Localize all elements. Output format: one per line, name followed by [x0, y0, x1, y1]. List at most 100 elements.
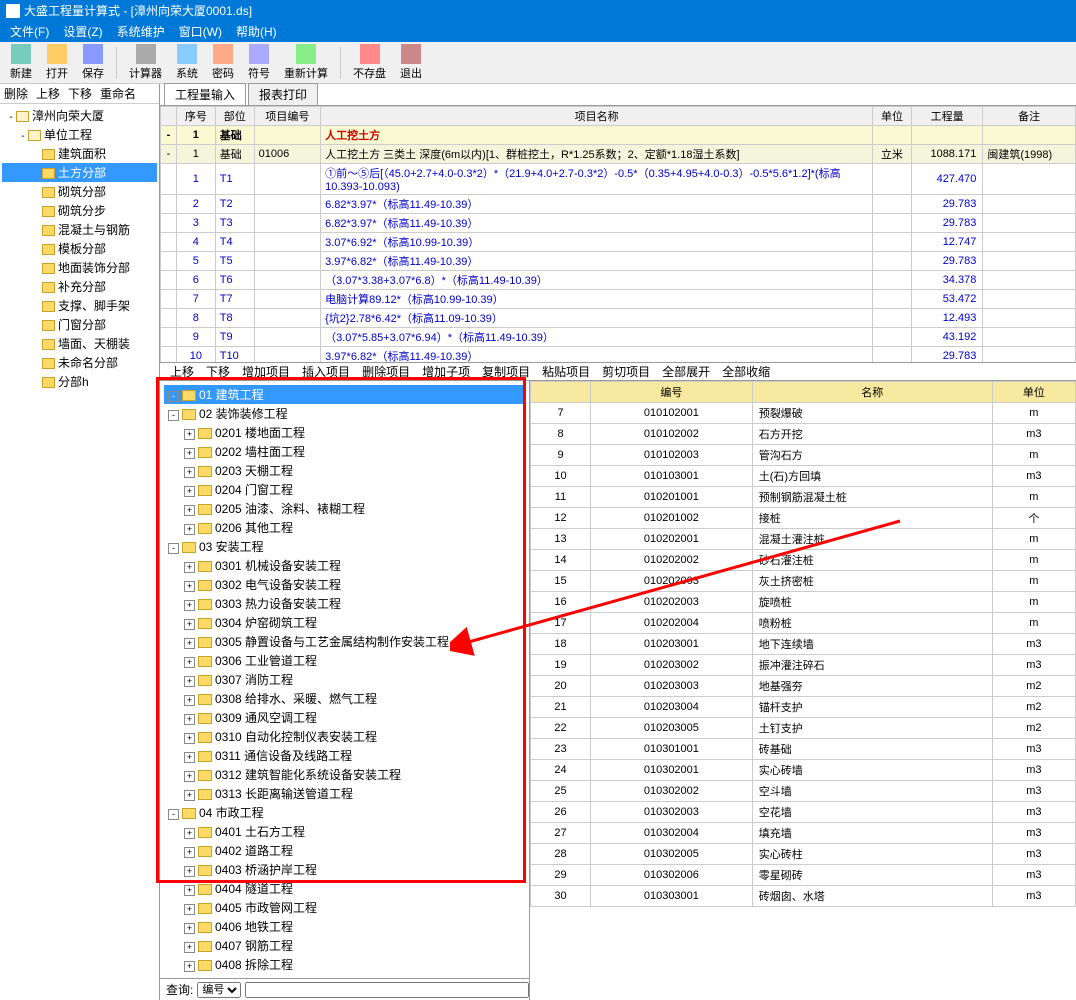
- catalog-node[interactable]: +0401 土石方工程: [164, 822, 525, 841]
- items-row[interactable]: 17010202004喷粉桩m: [531, 613, 1076, 634]
- expand-icon[interactable]: -: [6, 112, 16, 123]
- tree-action[interactable]: 上移: [36, 85, 60, 102]
- expand-icon[interactable]: +: [184, 771, 195, 782]
- catalog-node[interactable]: +0402 道路工程: [164, 841, 525, 860]
- item-action[interactable]: 增加子项: [422, 363, 470, 380]
- expand-icon[interactable]: +: [184, 676, 195, 687]
- grid-row[interactable]: 2 T2 6.82*3.97*（标高11.49-10.39） 29.783: [161, 195, 1076, 214]
- grid-row[interactable]: 1 T1 ①前～⑤后[（45.0+2.7+4.0-0.3*2）*（21.9+4.…: [161, 164, 1076, 195]
- item-action[interactable]: 粘贴项目: [542, 363, 590, 380]
- toolbar-计算器-button[interactable]: 计算器: [123, 42, 168, 83]
- expand-icon[interactable]: +: [184, 752, 195, 763]
- items-row[interactable]: 24010302001实心砖墙m3: [531, 760, 1076, 781]
- expand-icon[interactable]: +: [184, 581, 195, 592]
- items-row[interactable]: 18010203001地下连续墙m3: [531, 634, 1076, 655]
- tree-node[interactable]: 支撑、脚手架: [2, 296, 157, 315]
- catalog-node[interactable]: +0407 钢筋工程: [164, 936, 525, 955]
- item-action[interactable]: 剪切项目: [602, 363, 650, 380]
- catalog-node[interactable]: +0308 给排水、采暖、燃气工程: [164, 689, 525, 708]
- tab-报表打印[interactable]: 报表打印: [248, 83, 318, 105]
- catalog-node[interactable]: +0301 机械设备安装工程: [164, 556, 525, 575]
- expand-icon[interactable]: +: [184, 505, 195, 516]
- expand-icon[interactable]: -: [168, 543, 179, 554]
- tree-node[interactable]: 补充分部: [2, 277, 157, 296]
- item-action[interactable]: 上移: [170, 363, 194, 380]
- tree-node[interactable]: 混凝土与钢筋: [2, 220, 157, 239]
- items-row[interactable]: 29010302006零星砌砖m3: [531, 865, 1076, 886]
- tree-action[interactable]: 下移: [68, 85, 92, 102]
- tree-node[interactable]: 砌筑分步: [2, 201, 157, 220]
- expand-icon[interactable]: +: [184, 619, 195, 630]
- grid-row[interactable]: 10 T10 3.97*6.82*（标高11.49-10.39） 29.783: [161, 347, 1076, 364]
- expand-icon[interactable]: -: [18, 131, 28, 142]
- catalog-node[interactable]: +0403 桥涵护岸工程: [164, 860, 525, 879]
- grid-row[interactable]: 7 T7 电脑计算89.12*（标高10.99-10.39） 53.472: [161, 290, 1076, 309]
- toolbar-重新计算-button[interactable]: 重新计算: [278, 42, 334, 83]
- catalog-node[interactable]: +0408 拆除工程: [164, 955, 525, 974]
- expand-icon[interactable]: -: [168, 410, 179, 421]
- expand-icon[interactable]: +: [184, 790, 195, 801]
- tree-node[interactable]: 门窗分部: [2, 315, 157, 334]
- items-panel[interactable]: 编号名称单位7010102001预裂爆破m8010102002石方开挖m3901…: [530, 381, 1076, 1000]
- grid-row[interactable]: - 1 基础 01006 人工挖土方 三类土 深度(6m以内)[1、群桩挖土，R…: [161, 145, 1076, 164]
- tree-action[interactable]: 重命名: [100, 85, 136, 102]
- catalog-node[interactable]: +0303 热力设备安装工程: [164, 594, 525, 613]
- items-row[interactable]: 23010301001砖基础m3: [531, 739, 1076, 760]
- items-row[interactable]: 11010201001预制钢筋混凝土桩m: [531, 487, 1076, 508]
- expand-icon[interactable]: -: [168, 391, 179, 402]
- catalog-node[interactable]: +0302 电气设备安装工程: [164, 575, 525, 594]
- tree-node[interactable]: -单位工程: [2, 125, 157, 144]
- catalog-node[interactable]: -01 建筑工程: [164, 385, 525, 404]
- expand-icon[interactable]: +: [184, 657, 195, 668]
- catalog-node[interactable]: +0305 静置设备与工艺金属结构制作安装工程: [164, 632, 525, 651]
- toolbar-不存盘-button[interactable]: 不存盘: [347, 42, 392, 83]
- items-row[interactable]: 25010302002空斗墙m3: [531, 781, 1076, 802]
- expand-icon[interactable]: +: [184, 961, 195, 972]
- expand-icon[interactable]: +: [184, 695, 195, 706]
- project-tree[interactable]: -漳州向荣大厦-单位工程建筑面积土方分部砌筑分部砌筑分步混凝土与钢筋模板分部地面…: [0, 104, 159, 1000]
- tree-node[interactable]: 地面装饰分部: [2, 258, 157, 277]
- items-row[interactable]: 21010203004锚杆支护m2: [531, 697, 1076, 718]
- menu-item[interactable]: 系统维护: [117, 22, 165, 42]
- expand-icon[interactable]: +: [184, 866, 195, 877]
- items-row[interactable]: 19010203002振冲灌注碎石m3: [531, 655, 1076, 676]
- expand-icon[interactable]: +: [184, 486, 195, 497]
- tree-node[interactable]: 土方分部: [2, 163, 157, 182]
- toolbar-新建-button[interactable]: 新建: [4, 42, 38, 83]
- grid-row[interactable]: 5 T5 3.97*6.82*（标高11.49-10.39） 29.783: [161, 252, 1076, 271]
- catalog-node[interactable]: +0312 建筑智能化系统设备安装工程: [164, 765, 525, 784]
- catalog-node[interactable]: +0404 隧道工程: [164, 879, 525, 898]
- expand-icon[interactable]: +: [184, 448, 195, 459]
- catalog-node[interactable]: +0310 自动化控制仪表安装工程: [164, 727, 525, 746]
- catalog-node[interactable]: +0304 炉窑砌筑工程: [164, 613, 525, 632]
- items-row[interactable]: 30010303001砖烟囱、水塔m3: [531, 886, 1076, 907]
- tree-node[interactable]: 建筑面积: [2, 144, 157, 163]
- toolbar-退出-button[interactable]: 退出: [394, 42, 428, 83]
- items-row[interactable]: 10010103001土(石)方回填m3: [531, 466, 1076, 487]
- items-row[interactable]: 16010202003旋喷桩m: [531, 592, 1076, 613]
- expand-icon[interactable]: +: [184, 524, 195, 535]
- tree-node[interactable]: -漳州向荣大厦: [2, 106, 157, 125]
- item-action[interactable]: 全部收缩: [722, 363, 770, 380]
- query-select[interactable]: 编号: [197, 982, 241, 998]
- catalog-node[interactable]: -02 装饰装修工程: [164, 404, 525, 423]
- catalog-node[interactable]: +0201 楼地面工程: [164, 423, 525, 442]
- catalog-node[interactable]: +0405 市政管网工程: [164, 898, 525, 917]
- toolbar-密码-button[interactable]: 密码: [206, 42, 240, 83]
- item-action[interactable]: 增加项目: [242, 363, 290, 380]
- expand-icon[interactable]: +: [184, 562, 195, 573]
- items-row[interactable]: 13010202001混凝土灌注桩m: [531, 529, 1076, 550]
- catalog-tree[interactable]: -01 建筑工程-02 装饰装修工程+0201 楼地面工程+0202 墙柱面工程…: [160, 381, 529, 978]
- expand-icon[interactable]: +: [184, 828, 195, 839]
- catalog-node[interactable]: +0205 油漆、涂料、裱糊工程: [164, 499, 525, 518]
- grid-row[interactable]: 6 T6 （3.07*3.38+3.07*6.8）*（标高11.49-10.39…: [161, 271, 1076, 290]
- quantity-grid[interactable]: 序号部位项目编号项目名称单位工程量备注 - 1 基础 人工挖土方 - 1 基础 …: [160, 106, 1076, 363]
- expand-icon[interactable]: +: [184, 923, 195, 934]
- catalog-node[interactable]: +0311 通信设备及线路工程: [164, 746, 525, 765]
- tree-node[interactable]: 砌筑分部: [2, 182, 157, 201]
- items-row[interactable]: 27010302004填充墙m3: [531, 823, 1076, 844]
- item-action[interactable]: 全部展开: [662, 363, 710, 380]
- expand-icon[interactable]: +: [184, 638, 195, 649]
- expand-icon[interactable]: +: [184, 942, 195, 953]
- catalog-node[interactable]: +0206 其他工程: [164, 518, 525, 537]
